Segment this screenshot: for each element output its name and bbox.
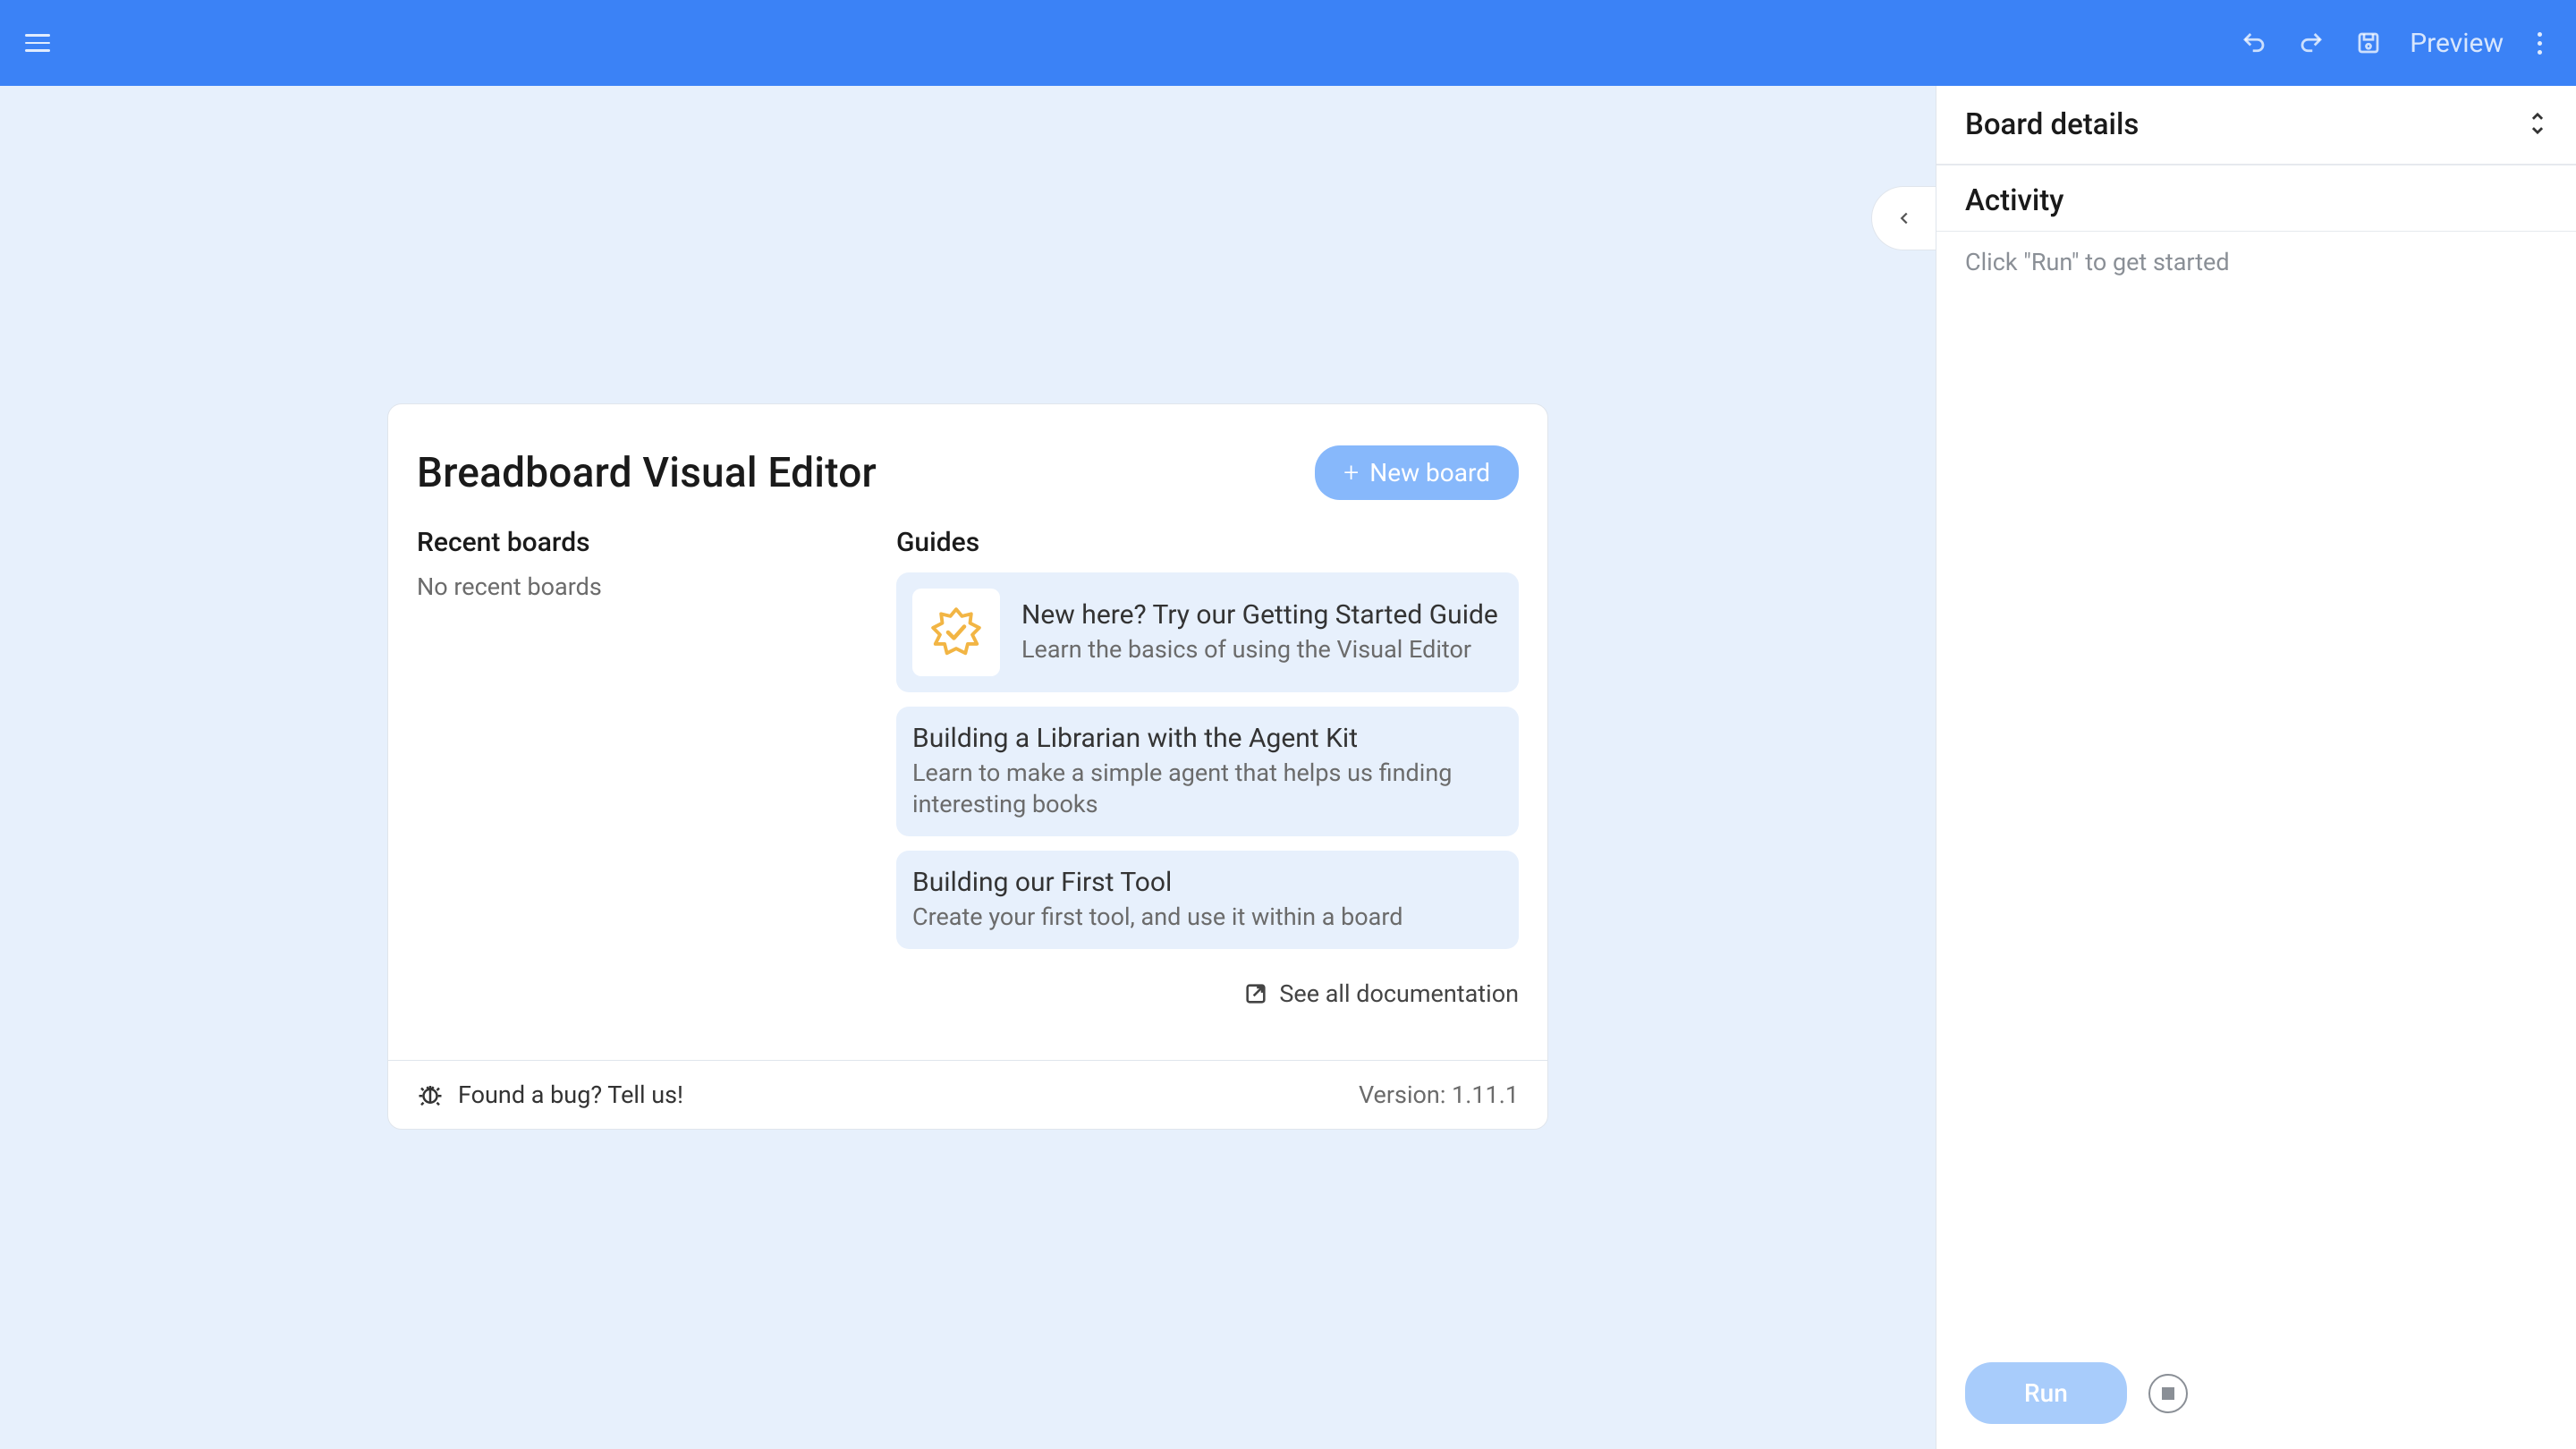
expand-collapse-icon[interactable] bbox=[2528, 111, 2547, 140]
side-panel: Board details Activity Click "Run" to ge… bbox=[1936, 86, 2576, 1449]
guide-title: Building a Librarian with the Agent Kit bbox=[912, 723, 1503, 754]
guide-title: New here? Try our Getting Started Guide bbox=[1021, 599, 1498, 631]
welcome-card: Breadboard Visual Editor + New board Rec… bbox=[387, 403, 1548, 1130]
run-button[interactable]: Run bbox=[1965, 1362, 2127, 1424]
recent-boards-empty: No recent boards bbox=[417, 572, 828, 601]
bug-report-link[interactable]: Found a bug? Tell us! bbox=[417, 1080, 683, 1109]
see-all-docs-link[interactable]: See all documentation bbox=[896, 979, 1519, 1008]
canvas-area: Breadboard Visual Editor + New board Rec… bbox=[0, 86, 1936, 1449]
recent-boards-heading: Recent boards bbox=[417, 527, 828, 558]
stop-button[interactable] bbox=[2148, 1374, 2188, 1413]
top-toolbar: Preview bbox=[0, 0, 2576, 86]
activity-hint: Click "Run" to get started bbox=[1936, 232, 2576, 292]
undo-icon[interactable] bbox=[2238, 27, 2270, 59]
see-all-docs-label: See all documentation bbox=[1279, 979, 1519, 1008]
version-label: Version: 1.11.1 bbox=[1359, 1080, 1519, 1109]
guide-title: Building our First Tool bbox=[912, 867, 1403, 898]
bug-report-label: Found a bug? Tell us! bbox=[458, 1080, 683, 1109]
welcome-title: Breadboard Visual Editor bbox=[417, 449, 877, 497]
guide-subtitle: Learn to make a simple agent that helps … bbox=[912, 758, 1503, 820]
guide-card-first-tool[interactable]: Building our First Tool Create your firs… bbox=[896, 851, 1519, 949]
panel-title: Board details bbox=[1965, 107, 2139, 142]
more-menu-icon[interactable] bbox=[2529, 27, 2551, 60]
sidebar-collapse-button[interactable] bbox=[1871, 186, 1936, 250]
guide-subtitle: Learn the basics of using the Visual Edi… bbox=[1021, 634, 1498, 665]
activity-heading: Activity bbox=[1965, 183, 2547, 218]
new-board-label: New board bbox=[1369, 458, 1490, 487]
plus-icon: + bbox=[1343, 460, 1359, 487]
redo-icon[interactable] bbox=[2295, 27, 2327, 59]
guide-card-getting-started[interactable]: New here? Try our Getting Started Guide … bbox=[896, 572, 1519, 692]
new-board-button[interactable]: + New board bbox=[1315, 445, 1519, 500]
guide-card-librarian[interactable]: Building a Librarian with the Agent Kit … bbox=[896, 707, 1519, 836]
guide-subtitle: Create your first tool, and use it withi… bbox=[912, 902, 1403, 933]
menu-icon[interactable] bbox=[25, 27, 57, 59]
badge-icon bbox=[912, 589, 1000, 676]
stop-icon bbox=[2162, 1387, 2174, 1400]
preview-button[interactable]: Preview bbox=[2410, 28, 2504, 59]
save-icon[interactable] bbox=[2352, 27, 2385, 59]
guides-heading: Guides bbox=[896, 527, 1519, 558]
